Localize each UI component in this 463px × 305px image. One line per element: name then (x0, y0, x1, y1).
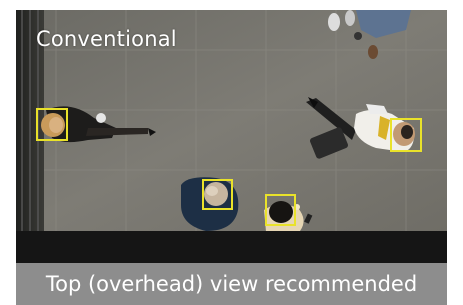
caption-text: Top (overhead) view recommended (45, 272, 418, 296)
image-bottom-band (16, 231, 447, 263)
scene-label: Conventional (36, 27, 177, 51)
person-bottom-left (181, 177, 239, 231)
camera-frame: Conventional (16, 10, 447, 263)
caption-bar: Top (overhead) view recommended (16, 263, 447, 305)
